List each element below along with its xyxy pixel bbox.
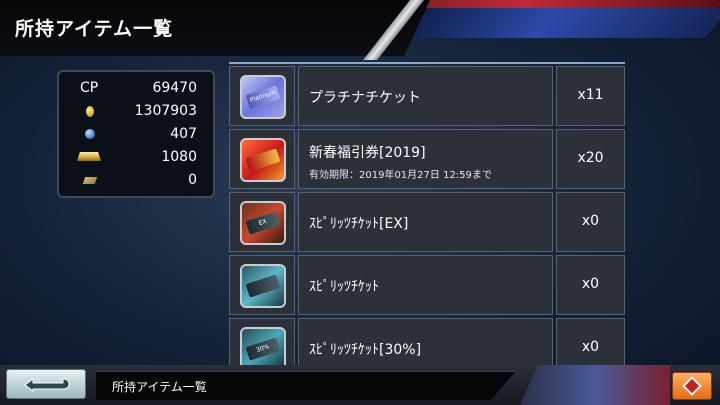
item-quantity-cell: x11 [556, 66, 625, 126]
item-icon-cell [229, 255, 295, 315]
gem-value: 407 [170, 126, 197, 142]
item-tag: 30% [245, 337, 281, 361]
item-icon-cell: EX [229, 192, 295, 252]
list-item[interactable]: Platinum プラチナチケット x11 [229, 66, 625, 126]
item-name: ｽﾋﾟﾘｯﾂﾁｹｯﾄ[EX] [309, 216, 409, 232]
gem-row: 407 [59, 124, 213, 146]
item-name-cell: ｽﾋﾟﾘｯﾂﾁｹｯﾄ [298, 255, 553, 315]
ticket-icon [82, 177, 98, 184]
header-decoration-blue [394, 8, 720, 38]
back-button[interactable] [6, 369, 86, 399]
item-name-cell: プラチナチケット [298, 66, 553, 126]
spirits-ticket-30-icon: 30% [240, 327, 286, 366]
item-quantity: x0 [581, 276, 600, 292]
coin-value: 1307903 [134, 103, 197, 119]
spirits-ticket-icon [240, 264, 286, 308]
list-top-border [229, 62, 625, 64]
item-quantity-cell: x0 [556, 318, 625, 366]
ticket-row: 0 [59, 170, 213, 192]
item-quantity-cell: x0 [556, 192, 625, 252]
item-name: プラチナチケット [309, 90, 421, 106]
item-icon-cell: Platinum [229, 66, 295, 126]
item-quantity: x20 [577, 150, 604, 166]
list-item[interactable]: EX ｽﾋﾟﾘｯﾂﾁｹｯﾄ[EX] x0 [229, 192, 625, 252]
item-quantity-cell: x20 [556, 129, 625, 189]
platinum-ticket-icon: Platinum [240, 75, 286, 119]
item-name-cell: 新春福引券[2019] 有効期限：2019年01月27日 12:59まで [298, 129, 553, 189]
diamond-icon [682, 376, 702, 396]
list-item[interactable]: 30% ｽﾋﾟﾘｯﾂﾁｹｯﾄ[30%] x0 [229, 318, 625, 366]
item-list[interactable]: Platinum プラチナチケット x11 新春福引券[2019] 有効期限：2… [229, 66, 625, 366]
item-name: 新春福引券[2019] [309, 145, 426, 161]
item-tag [245, 274, 281, 298]
item-quantity: x11 [577, 87, 604, 103]
blue-gem-icon [85, 129, 95, 139]
footer-decoration [520, 365, 670, 405]
gold-bar-value: 1080 [161, 149, 197, 165]
item-quantity: x0 [581, 213, 600, 229]
menu-button[interactable] [672, 372, 712, 400]
item-name: ｽﾋﾟﾘｯﾂﾁｹｯﾄ[30%] [309, 342, 422, 358]
spirits-ticket-ex-icon: EX [240, 201, 286, 245]
list-item[interactable]: ｽﾋﾟﾘｯﾂﾁｹｯﾄ x0 [229, 255, 625, 315]
list-item[interactable]: 新春福引券[2019] 有効期限：2019年01月27日 12:59まで x20 [229, 129, 625, 189]
item-tag: Platinum [245, 85, 281, 109]
item-expiry: 有効期限：2019年01月27日 12:59まで [309, 170, 492, 181]
item-tag [245, 148, 281, 172]
item-name-cell: ｽﾋﾟﾘｯﾂﾁｹｯﾄ[EX] [298, 192, 553, 252]
cp-row: CP 69470 [59, 78, 213, 100]
footer-label: 所持アイテム一覧 [112, 380, 207, 394]
item-icon-cell [229, 129, 295, 189]
header-decoration-red [388, 0, 720, 8]
item-name: ｽﾋﾟﾘｯﾂﾁｹｯﾄ [309, 279, 379, 295]
page-title: 所持アイテム一覧 [15, 18, 174, 40]
back-arrow-icon [24, 378, 70, 392]
item-name-cell: ｽﾋﾟﾘｯﾂﾁｹｯﾄ[30%] [298, 318, 553, 366]
item-quantity-cell: x0 [556, 255, 625, 315]
ticket-value: 0 [188, 172, 197, 188]
coin-row: 1307903 [59, 101, 213, 123]
new-year-lottery-ticket-icon [240, 138, 286, 182]
gold-bar-row: 1080 [59, 147, 213, 169]
item-quantity: x0 [581, 339, 600, 355]
gold-bar-icon [77, 152, 101, 161]
currency-panel: CP 69470 1307903 407 1080 0 [57, 70, 215, 198]
cp-value: 69470 [152, 80, 197, 96]
cp-label: CP [80, 80, 99, 96]
item-tag: EX [245, 211, 281, 235]
gold-coin-icon [86, 106, 94, 117]
item-icon-cell: 30% [229, 318, 295, 366]
